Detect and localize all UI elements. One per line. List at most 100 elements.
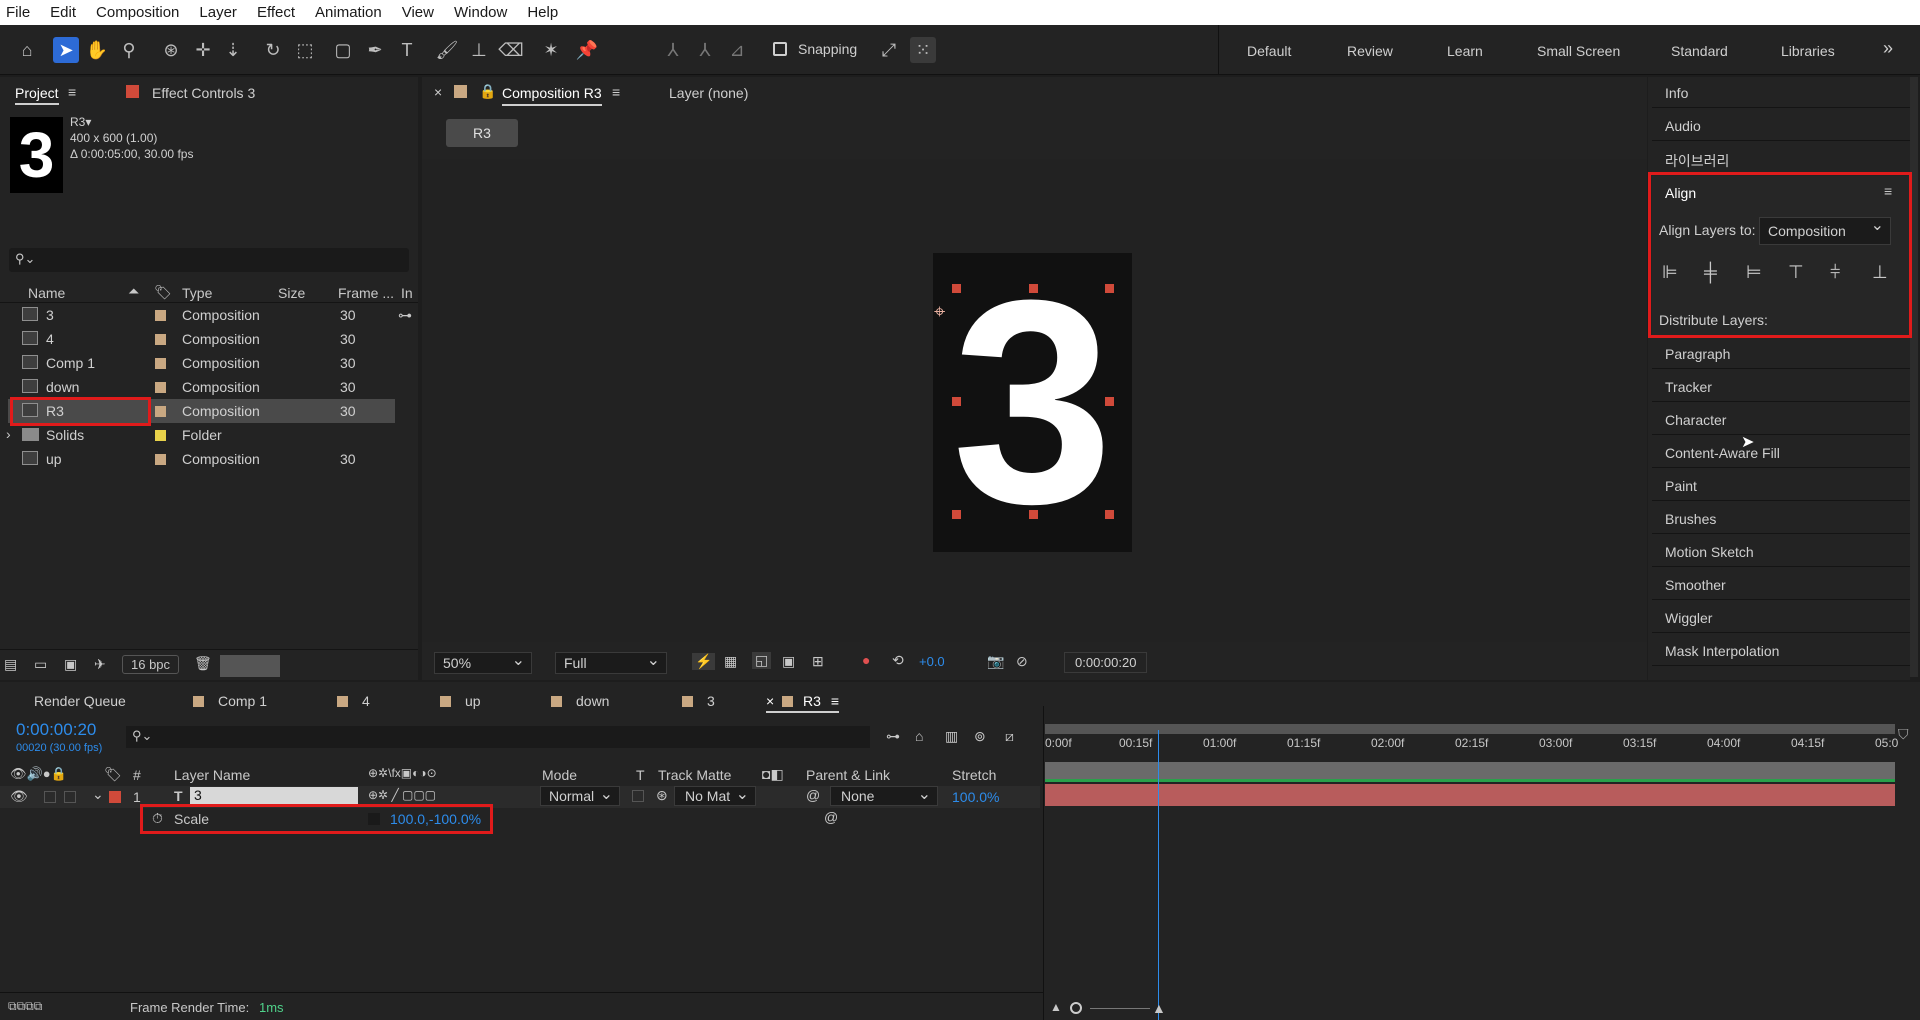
label-col-icon[interactable]: 🏷 xyxy=(154,284,172,301)
home-icon[interactable]: ⌂ xyxy=(14,37,40,63)
sort-asc-icon[interactable]: ⏶ xyxy=(128,283,139,300)
zoom-out-icon[interactable]: ▲ xyxy=(1050,1000,1062,1014)
project-row-4[interactable]: 4 Composition 30 xyxy=(8,327,395,351)
align-horizontal-center-icon[interactable]: ╪ xyxy=(1704,262,1717,283)
close-tab-icon[interactable]: × xyxy=(434,84,442,100)
toggle-switches-icon[interactable]: ⧉⧉⧉⧉ xyxy=(8,999,42,1014)
work-area-range[interactable] xyxy=(1045,762,1895,782)
reset-exposure-icon[interactable]: ⟲ xyxy=(892,652,904,669)
stopwatch-icon[interactable]: ⏱ xyxy=(152,810,163,827)
transform-handle[interactable] xyxy=(952,510,961,519)
show-snapshot-icon[interactable]: ⊘ xyxy=(1016,653,1028,670)
hide-shy-icon[interactable]: ▥ xyxy=(945,728,958,745)
parent-dropdown[interactable]: None xyxy=(830,784,938,806)
tab-up[interactable]: up xyxy=(440,693,481,709)
visibility-eye-icon[interactable]: 👁 xyxy=(10,788,28,805)
timeline-search-input[interactable]: ⚲⌄ xyxy=(126,726,870,748)
fast-previews-icon[interactable]: ⚡ xyxy=(692,653,716,670)
pan-camera-icon[interactable]: ✛ xyxy=(190,37,216,63)
orbit-camera-icon[interactable]: ⊛ xyxy=(158,37,184,63)
tab-composition-r3[interactable]: Composition R3 xyxy=(502,85,602,106)
tab-render-queue[interactable]: Render Queue xyxy=(34,693,126,709)
puppet-pin-icon[interactable]: 📌 xyxy=(574,37,600,63)
align-menu-icon[interactable]: ≡ xyxy=(1884,183,1892,199)
project-row-3[interactable]: 3 Composition 30 xyxy=(8,303,395,327)
render-icon[interactable]: ✈ xyxy=(94,656,106,673)
expression-pick-whip-icon[interactable]: @ xyxy=(824,809,838,825)
scale-value[interactable]: 100.0,-100.0% xyxy=(390,811,481,827)
region-of-interest-icon[interactable]: ▣ xyxy=(782,653,795,670)
panel-content-aware-fill[interactable]: Content-Aware Fill xyxy=(1652,436,1912,468)
track-matte-dropdown[interactable]: No Mat xyxy=(674,784,756,806)
panel-smoother[interactable]: Smoother xyxy=(1652,568,1912,600)
dolly-camera-icon[interactable]: ⇣ xyxy=(220,37,246,63)
tab-down[interactable]: down xyxy=(551,693,609,709)
close-tab-icon[interactable]: × xyxy=(766,693,782,709)
tab-effect-controls[interactable]: Effect Controls 3 xyxy=(152,85,255,101)
anchor-point-icon[interactable]: ⌖ xyxy=(934,301,945,324)
pan-behind-icon[interactable]: ⬚ xyxy=(292,37,318,63)
align-left-icon[interactable]: ⊫ xyxy=(1662,262,1678,283)
switches-icon[interactable]: ⊕✲\fx▣◐◑⊙ xyxy=(368,766,437,780)
brush-tool-icon[interactable]: 🖌 xyxy=(434,37,460,63)
panel-menu-icon[interactable]: ≡ xyxy=(68,84,76,100)
playhead[interactable] xyxy=(1158,730,1160,1020)
blend-mode-dropdown[interactable]: Normal xyxy=(540,784,620,806)
panel-info[interactable]: Info xyxy=(1652,76,1912,108)
tab-3[interactable]: 3 xyxy=(682,693,715,709)
current-time[interactable]: 0:00:00:20 xyxy=(16,720,96,740)
delete-icon[interactable]: 🗑 xyxy=(194,655,212,672)
pen-tool-icon[interactable]: ✒ xyxy=(362,37,388,63)
color-swatch[interactable] xyxy=(220,655,280,677)
rotate-tool-icon[interactable]: ↻ xyxy=(260,37,286,63)
viewer-menu-icon[interactable]: ≡ xyxy=(612,84,620,100)
transform-handle[interactable] xyxy=(1105,284,1114,293)
rectangle-tool-icon[interactable]: ▢ xyxy=(330,37,356,63)
menu-view[interactable]: View xyxy=(402,4,434,21)
mask-path-icon[interactable]: ◱ xyxy=(752,652,772,669)
lock-icon[interactable]: 🔒 xyxy=(479,83,496,100)
viewer-canvas[interactable]: 3 ⌖ xyxy=(422,159,1647,642)
disclosure-triangle-icon[interactable]: › xyxy=(6,426,11,442)
guides-icon[interactable]: ⊞ xyxy=(812,653,824,670)
workspace-review[interactable]: Review xyxy=(1347,43,1393,59)
layer-name-field[interactable]: 3 xyxy=(190,787,358,806)
project-row-up[interactable]: up Composition 30 xyxy=(8,447,395,471)
col-layer-name[interactable]: Layer Name xyxy=(174,767,250,783)
menu-layer[interactable]: Layer xyxy=(199,4,237,21)
panel-wiggler[interactable]: Wiggler xyxy=(1652,601,1912,633)
tab-layer-none[interactable]: Layer (none) xyxy=(669,85,748,101)
matte-source-icon[interactable]: ⊛ xyxy=(656,787,668,804)
transform-handle[interactable] xyxy=(952,397,961,406)
menu-animation[interactable]: Animation xyxy=(315,4,382,21)
workspace-libraries[interactable]: Libraries xyxy=(1781,43,1835,59)
project-row-down[interactable]: down Composition 30 xyxy=(8,375,395,399)
menu-edit[interactable]: Edit xyxy=(50,4,76,21)
tab-comp1[interactable]: Comp 1 xyxy=(193,693,267,709)
time-ruler[interactable]: 0:00f 00:15f 01:00f 01:15f 02:00f 02:15f 03:00… xyxy=(1045,736,1898,756)
project-item-name[interactable]: R3▾ xyxy=(70,115,91,129)
label-col-icon[interactable]: 🏷 xyxy=(104,766,122,783)
col-size[interactable]: Size xyxy=(278,285,305,301)
frame-blending-icon[interactable]: ⊚ xyxy=(974,728,986,745)
layer-row[interactable]: 👁 ⌄ 1 T 3 ⊕✲ ╱ ▢▢▢ Normal ⊛ No Mat @ Non… xyxy=(0,784,1040,808)
col-in[interactable]: In xyxy=(401,285,413,301)
menu-effect[interactable]: Effect xyxy=(257,4,295,21)
col-type[interactable]: Type xyxy=(182,285,212,301)
transform-handle[interactable] xyxy=(1105,510,1114,519)
col-frame[interactable]: Frame ... xyxy=(338,285,394,301)
layer-duration-bar[interactable] xyxy=(1045,784,1895,806)
align-right-icon[interactable]: ⊨ xyxy=(1746,262,1762,283)
panel-audio[interactable]: Audio xyxy=(1652,109,1912,141)
tab-r3[interactable]: × R3 ≡ xyxy=(766,693,840,713)
transform-handle[interactable] xyxy=(952,284,961,293)
layer-switches[interactable]: ⊕✲ ╱ ▢▢▢ xyxy=(368,788,436,802)
world-axis-icon[interactable]: ⅄ xyxy=(692,37,718,63)
transform-handle[interactable] xyxy=(1029,284,1038,293)
zoom-slider-thumb[interactable] xyxy=(1070,1002,1082,1014)
av-features-icon[interactable]: 👁🔊●🔒 xyxy=(10,766,67,782)
tab-project[interactable]: Project xyxy=(15,85,59,105)
project-row-r3[interactable]: R3 Composition 30 xyxy=(8,399,395,423)
new-composition-icon[interactable]: ▣ xyxy=(64,656,77,673)
interpret-footage-icon[interactable]: ▤ xyxy=(4,656,17,673)
